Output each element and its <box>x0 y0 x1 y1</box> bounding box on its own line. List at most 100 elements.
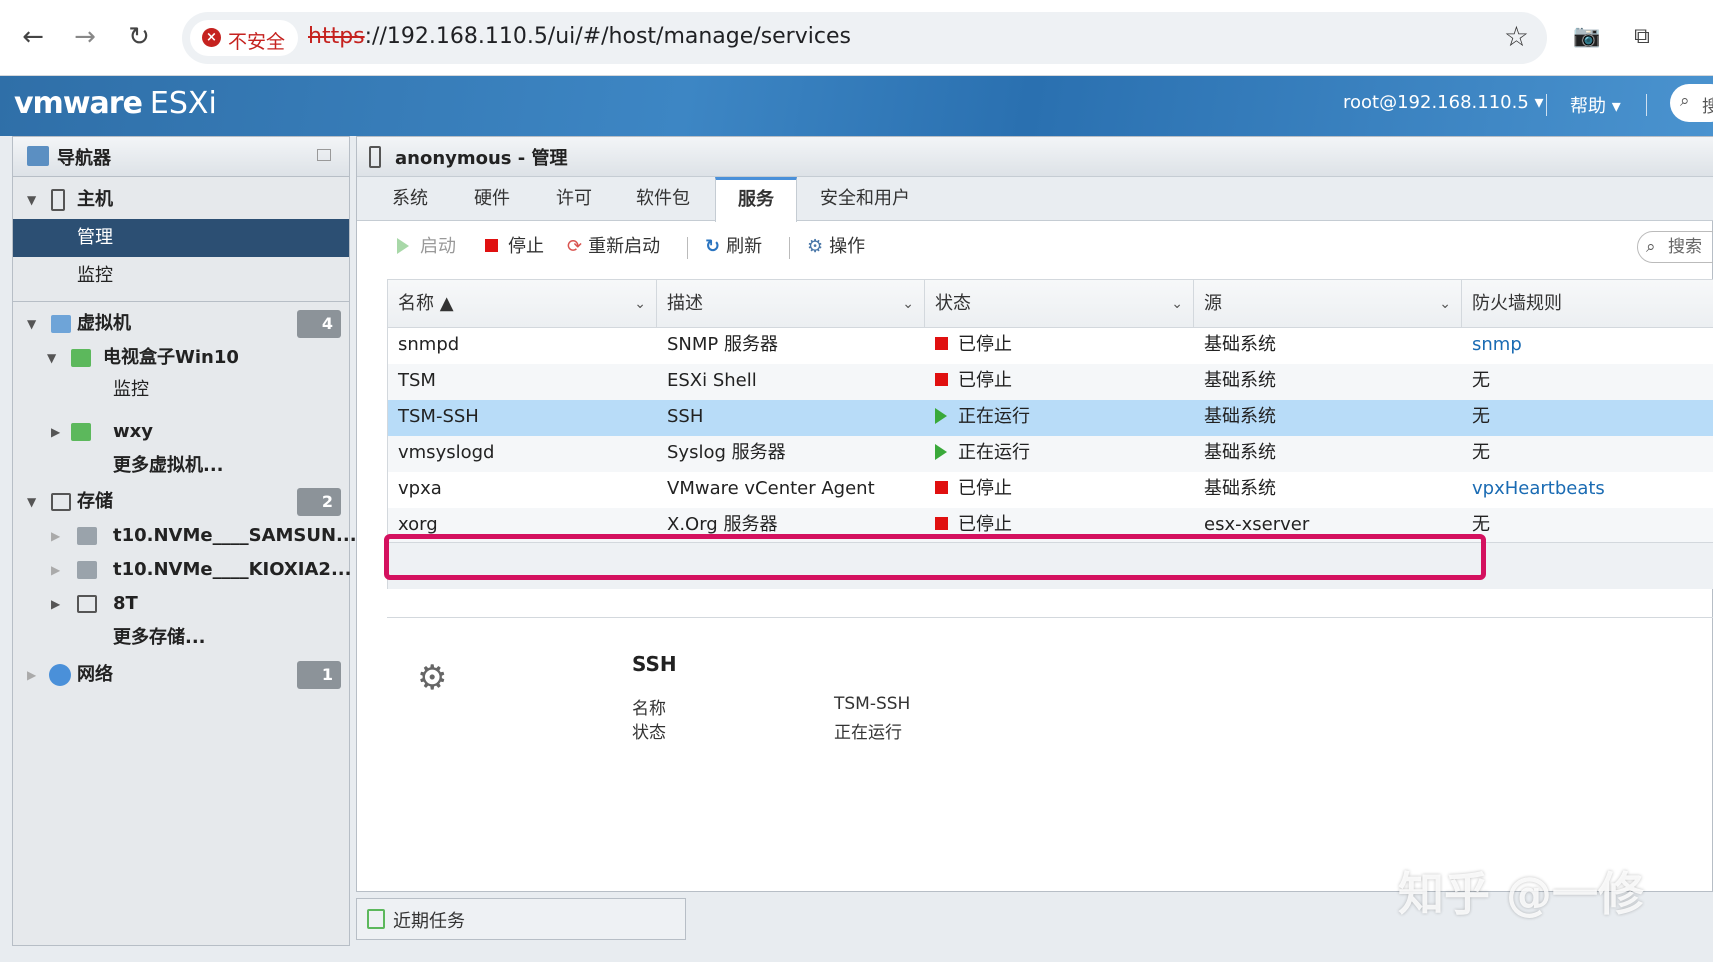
cell-source: 基础系统 <box>1204 334 1276 355</box>
actions-button[interactable]: ⚙ 操作 <box>807 233 865 261</box>
cell-name: vpxa <box>398 478 442 499</box>
nav-vm-item[interactable]: ▼ 电视盒子Win10 <box>13 341 349 375</box>
nav-datastore[interactable]: ▶ t10.NVMe____SAMSUN... <box>13 519 357 553</box>
storage-count-badge: 2 <box>297 488 341 516</box>
nav-more-vms[interactable]: 更多虚拟机... <box>13 449 349 483</box>
caret-down-icon[interactable]: ▼ <box>27 307 36 341</box>
cell-status: 已停止 <box>925 364 1194 400</box>
services-search-input[interactable]: ⌕ 搜索 <box>1637 231 1713 263</box>
nav-host[interactable]: ▼ 主机 <box>13 183 349 217</box>
toolbar-divider <box>789 237 790 259</box>
gear-icon: ⚙ <box>417 658 448 698</box>
start-button[interactable]: 启动 <box>397 233 456 261</box>
highlight-box <box>384 534 1486 580</box>
cell-source: 基础系统 <box>1204 370 1276 391</box>
stopped-icon <box>935 337 948 350</box>
esxi-header: vmware ESXi root@192.168.110.5 ▾ 帮助 ▾ ⌕ 搜 <box>0 76 1713 136</box>
user-menu[interactable]: root@192.168.110.5 ▾ <box>1343 92 1544 113</box>
cell-firewall: 无 <box>1472 406 1490 427</box>
caret-down-icon[interactable]: ▼ <box>47 341 56 375</box>
cell-desc: ESXi Shell <box>667 370 757 391</box>
stopped-icon <box>935 481 948 494</box>
navigator-header: 导航器 <box>13 137 349 177</box>
column-header-source[interactable]: 源 ⌄ <box>1194 280 1462 328</box>
column-header-name[interactable]: 名称 ▲ ⌄ <box>388 280 657 328</box>
nav-datastore[interactable]: ▶ t10.NVMe____KIOXIA2... <box>13 553 351 587</box>
reload-icon[interactable]: ↻ <box>122 20 156 54</box>
gear-icon: ⚙ <box>807 236 824 257</box>
header-divider <box>1546 94 1547 116</box>
stopped-icon <box>935 373 948 386</box>
datastore-icon <box>77 595 97 613</box>
details-status-label: 状态 <box>632 723 666 743</box>
nav-host-manage[interactable]: 管理 <box>13 219 349 257</box>
nav-networking[interactable]: ▶ 网络 1 <box>13 658 349 692</box>
cell-status: 已停止 <box>925 328 1194 364</box>
nav-datastore[interactable]: ▶ 8T <box>13 587 349 621</box>
nav-virtual-machines[interactable]: ▼ 虚拟机 4 <box>13 307 349 341</box>
host-icon <box>369 146 381 168</box>
table-row[interactable]: TSM ESXi Shell 已停止 基础系统 无 <box>388 364 1713 400</box>
caret-right-icon[interactable]: ▶ <box>51 415 60 449</box>
chevron-down-icon[interactable]: ⌄ <box>634 280 646 328</box>
table-row[interactable]: TSM-SSH SSH 正在运行 基础系统 无 <box>388 400 1713 436</box>
column-header-firewall[interactable]: 防火墙规则 <box>1462 280 1713 328</box>
services-table: 名称 ▲ ⌄ 描述 ⌄ 状态 ⌄ 源 ⌄ 防火墙规则 snmpd SNMP 服务器 已停止基… <box>384 279 1713 589</box>
tasks-icon <box>367 909 385 929</box>
address-bar[interactable]: × 不安全 https://192.168.110.5/ui/#/host/ma… <box>182 12 1547 64</box>
recent-tasks-bar[interactable]: 近期任务 <box>356 898 686 940</box>
cell-firewall[interactable]: vpxHeartbeats <box>1462 472 1713 508</box>
header-divider <box>1646 94 1647 116</box>
vm-count-badge: 4 <box>297 310 341 338</box>
help-menu[interactable]: 帮助 ▾ <box>1570 92 1621 118</box>
collapse-icon[interactable] <box>317 149 331 161</box>
nav-vm-item[interactable]: ▶ wxy <box>13 415 349 449</box>
tab-hardware[interactable]: 硬件 <box>453 177 531 221</box>
table-row[interactable]: vmsyslogd Syslog 服务器 正在运行 基础系统 无 <box>388 436 1713 472</box>
forward-icon[interactable]: → <box>68 20 102 54</box>
datastore-icon <box>77 527 97 545</box>
caret-down-icon[interactable]: ▼ <box>27 485 36 519</box>
caret-right-icon[interactable]: ▶ <box>27 658 36 692</box>
table-row[interactable]: vpxa VMware vCenter Agent 已停止 基础系统 vpxHeartb… <box>388 472 1713 508</box>
tab-services[interactable]: 服务 <box>715 177 797 222</box>
camera-icon[interactable]: 📷 <box>1570 20 1604 54</box>
caret-right-icon[interactable]: ▶ <box>51 587 60 621</box>
refresh-button[interactable]: ↻ 刷新 <box>705 233 762 261</box>
cell-name: TSM-SSH <box>398 406 479 427</box>
vm-group-icon <box>51 315 71 333</box>
global-search-input[interactable]: ⌕ 搜 <box>1670 84 1713 122</box>
insecure-badge[interactable]: × 不安全 <box>190 20 298 56</box>
chevron-down-icon[interactable]: ⌄ <box>1439 280 1451 328</box>
caret-right-icon[interactable]: ▶ <box>51 553 60 587</box>
restart-button[interactable]: ⟳ 重新启动 <box>567 233 660 261</box>
search-icon: ⌕ <box>1646 237 1656 257</box>
nav-host-monitor[interactable]: 监控 <box>13 259 349 293</box>
caret-right-icon[interactable]: ▶ <box>51 519 60 553</box>
column-header-status[interactable]: 状态 ⌄ <box>925 280 1194 328</box>
stop-button[interactable]: 停止 <box>485 233 544 261</box>
bookmark-star-icon[interactable]: ☆ <box>1504 20 1529 53</box>
caret-down-icon[interactable]: ▼ <box>27 183 36 217</box>
page-title: anonymous - 管理 <box>395 148 568 169</box>
tab-packages[interactable]: 软件包 <box>617 177 709 221</box>
nav-vm-monitor[interactable]: 监控 <box>13 373 349 407</box>
url-text[interactable]: https://192.168.110.5/ui/#/host/manage/s… <box>308 24 851 49</box>
running-icon <box>935 443 947 460</box>
extensions-icon[interactable]: ⧉ <box>1625 20 1659 54</box>
tab-system[interactable]: 系统 <box>371 177 449 221</box>
network-count-badge: 1 <box>297 661 341 689</box>
back-icon[interactable]: ← <box>16 20 50 54</box>
cell-status: 正在运行 <box>925 436 1194 472</box>
column-header-description[interactable]: 描述 ⌄ <box>657 280 925 328</box>
chevron-down-icon[interactable]: ⌄ <box>902 280 914 328</box>
cell-firewall: 无 <box>1472 514 1490 535</box>
tab-security-users[interactable]: 安全和用户 <box>803 177 927 221</box>
chevron-down-icon[interactable]: ⌄ <box>1171 280 1183 328</box>
tab-licensing[interactable]: 许可 <box>535 177 613 221</box>
nav-storage[interactable]: ▼ 存储 2 <box>13 485 349 519</box>
details-name-value: TSM-SSH <box>834 694 911 714</box>
cell-firewall[interactable]: snmp <box>1462 328 1713 364</box>
table-row[interactable]: snmpd SNMP 服务器 已停止 基础系统 snmp <box>388 328 1713 364</box>
nav-more-storage[interactable]: 更多存储... <box>13 621 349 655</box>
